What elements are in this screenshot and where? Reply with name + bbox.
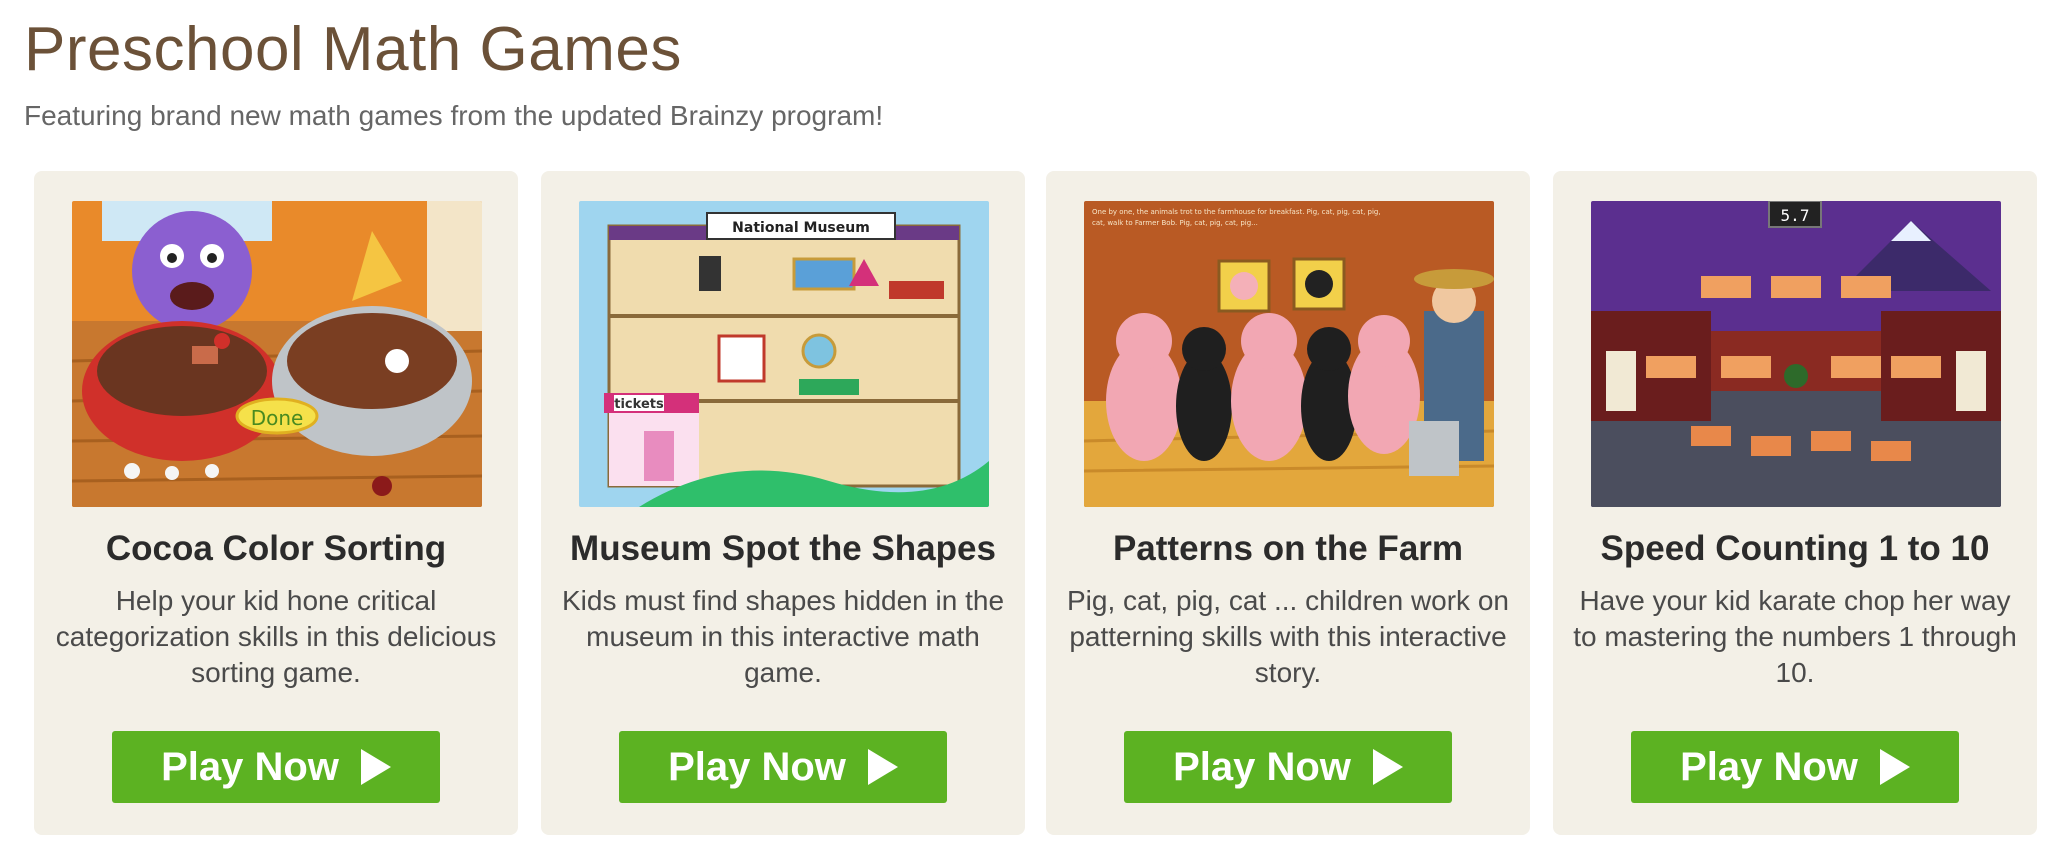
game-card-patterns-on-the-farm: One by one, the animals trot to the farm… bbox=[1046, 171, 1530, 835]
page-title: Preschool Math Games bbox=[24, 15, 682, 84]
game-description: Kids must find shapes hidden in the muse… bbox=[561, 585, 1005, 688]
story-text: One by one, the animals trot to the farm… bbox=[1092, 208, 1381, 227]
game-title[interactable]: Cocoa Color Sorting bbox=[34, 529, 518, 569]
game-description: Have your kid karate chop her way to mas… bbox=[1573, 585, 2017, 688]
game-description: Help your kid hone critical categorizati… bbox=[55, 585, 497, 688]
done-label: Done bbox=[251, 406, 304, 430]
game-thumbnail[interactable]: One by one, the animals trot to the farm… bbox=[1084, 201, 1494, 507]
page-subtitle: Featuring brand new math games from the … bbox=[24, 100, 884, 131]
play-icon bbox=[1372, 749, 1403, 785]
play-now-button[interactable]: Play Now bbox=[1631, 731, 1959, 803]
game-card-cocoa-color-sorting: Done Cocoa Color Sorting Help your kid h… bbox=[34, 171, 518, 835]
game-thumbnail[interactable]: National Museum tickets bbox=[579, 201, 989, 507]
play-now-button[interactable]: Play Now bbox=[1124, 731, 1452, 803]
play-icon bbox=[360, 749, 391, 785]
game-title[interactable]: Museum Spot the Shapes bbox=[541, 529, 1025, 569]
farm-illustration: One by one, the animals trot to the farm… bbox=[1084, 201, 1494, 507]
game-thumbnail[interactable]: Done bbox=[72, 201, 482, 507]
game-card-speed-counting: 5.7 Speed Counting 1 to 10 Have your kid… bbox=[1553, 171, 2037, 835]
game-card-museum-spot-the-shapes: National Museum tickets Museum Spot the … bbox=[541, 171, 1025, 835]
game-title[interactable]: Patterns on the Farm bbox=[1046, 529, 1530, 569]
game-title[interactable]: Speed Counting 1 to 10 bbox=[1553, 529, 2037, 569]
museum-sign: National Museum bbox=[732, 220, 870, 236]
museum-illustration: National Museum tickets bbox=[579, 201, 989, 507]
play-icon bbox=[867, 749, 898, 785]
game-description: Pig, cat, pig, cat ... children work on … bbox=[1067, 585, 1509, 688]
game-thumbnail[interactable]: 5.7 bbox=[1591, 201, 2001, 507]
play-now-label: Play Now bbox=[1680, 744, 1858, 789]
play-now-label: Play Now bbox=[1173, 744, 1351, 789]
play-now-label: Play Now bbox=[668, 744, 846, 789]
play-icon bbox=[1879, 749, 1910, 785]
timer-display: 5.7 bbox=[1781, 206, 1810, 225]
play-now-button[interactable]: Play Now bbox=[112, 731, 440, 803]
tickets-sign: tickets bbox=[614, 397, 664, 412]
cocoa-sorting-illustration: Done bbox=[72, 201, 482, 507]
dojo-illustration: 5.7 bbox=[1591, 201, 2001, 507]
game-cards: Done Cocoa Color Sorting Help your kid h… bbox=[34, 171, 2038, 835]
play-now-label: Play Now bbox=[161, 744, 339, 789]
play-now-button[interactable]: Play Now bbox=[619, 731, 947, 803]
